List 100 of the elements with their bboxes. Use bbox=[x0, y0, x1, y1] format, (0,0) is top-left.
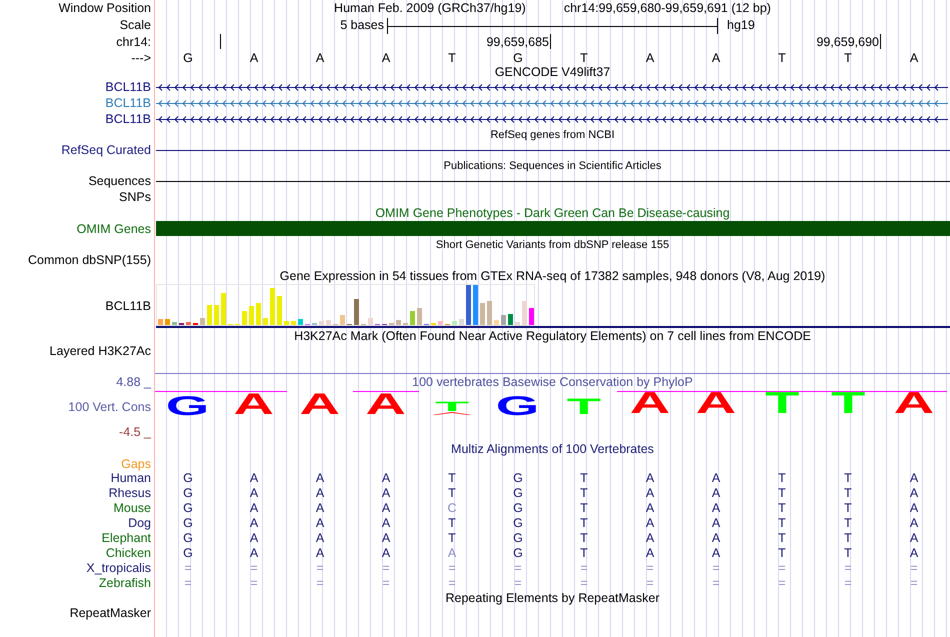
expression-bar[interactable] bbox=[410, 311, 415, 325]
track-title: Gene Expression in 54 tissues from GTEx RNA-seq of 17382 samples, 948 donors (V8, Aug 2019) bbox=[280, 270, 826, 282]
expression-bar[interactable] bbox=[354, 299, 359, 325]
gene-label[interactable]: BCL11B bbox=[105, 300, 151, 312]
track-label[interactable]: Common dbSNP(155) bbox=[28, 254, 151, 267]
species-label[interactable]: Rhesus bbox=[108, 487, 151, 500]
position-range-text: chr14:99,659,680-99,659,691 (12 bp) bbox=[564, 2, 771, 15]
sequence-line[interactable] bbox=[156, 181, 950, 182]
expression-bar[interactable] bbox=[368, 318, 373, 325]
expression-bar[interactable] bbox=[438, 321, 443, 325]
expression-bar[interactable] bbox=[459, 319, 464, 325]
expression-bar[interactable] bbox=[200, 318, 205, 325]
expression-bar[interactable] bbox=[186, 322, 191, 325]
expression-bar[interactable] bbox=[417, 308, 422, 325]
species-label[interactable]: Human bbox=[110, 472, 151, 485]
expression-bar[interactable] bbox=[473, 285, 478, 325]
expression-bar[interactable] bbox=[466, 285, 471, 325]
expression-bar[interactable] bbox=[340, 315, 345, 325]
expression-bar[interactable] bbox=[165, 319, 170, 325]
alignment-symbol: T bbox=[580, 547, 588, 560]
expression-bar[interactable] bbox=[487, 301, 492, 325]
expression-bar[interactable] bbox=[207, 305, 212, 325]
alignment-symbol: A bbox=[646, 532, 654, 545]
base-letter: T bbox=[844, 52, 852, 64]
track-title: RefSeq genes from NCBI bbox=[490, 130, 615, 140]
expression-bar[interactable] bbox=[270, 288, 275, 325]
alignment-symbol: A bbox=[250, 502, 258, 515]
alignment-symbol: = bbox=[184, 562, 192, 575]
track-title: Short Genetic Variants from dbSNP release 155 bbox=[436, 240, 670, 250]
transcript-line[interactable] bbox=[156, 82, 948, 92]
coordinate-label: 99,659,690 bbox=[816, 36, 879, 49]
expression-bar[interactable] bbox=[221, 293, 226, 325]
alignment-symbol: T bbox=[580, 517, 588, 530]
strand-label: ---> bbox=[131, 52, 151, 64]
transcript-line[interactable] bbox=[156, 114, 948, 124]
alignment-symbol: G bbox=[513, 502, 523, 515]
expression-bar[interactable] bbox=[522, 301, 527, 325]
track-label[interactable]: SNPs bbox=[119, 190, 151, 204]
alignment-symbol: = bbox=[250, 562, 258, 575]
species-label[interactable]: Chicken bbox=[106, 547, 151, 560]
alignment-symbol: A bbox=[250, 547, 258, 560]
expression-bar[interactable] bbox=[242, 311, 247, 325]
alignment-symbol: = bbox=[844, 577, 852, 590]
expression-bar[interactable] bbox=[263, 318, 268, 325]
logo-letter: A bbox=[366, 394, 406, 415]
species-label[interactable]: Mouse bbox=[113, 502, 151, 515]
expression-bar[interactable] bbox=[515, 322, 520, 325]
species-label[interactable]: X_tropicalis bbox=[86, 562, 151, 575]
alignment-symbol: = bbox=[646, 577, 654, 590]
expression-bar[interactable] bbox=[494, 320, 499, 325]
gene-line[interactable] bbox=[156, 326, 950, 328]
track-title: GENCODE V49lift37 bbox=[494, 66, 610, 78]
species-label[interactable]: Elephant bbox=[102, 532, 151, 545]
alignment-symbol: A bbox=[382, 472, 390, 485]
track-label[interactable]: RepeatMasker bbox=[70, 607, 151, 620]
gene-label[interactable]: BCL11B bbox=[105, 96, 151, 110]
alignment-symbol: T bbox=[844, 517, 852, 530]
expression-bar[interactable] bbox=[396, 320, 401, 325]
expression-bar[interactable] bbox=[256, 303, 261, 325]
species-label[interactable]: Dog bbox=[128, 517, 151, 530]
expression-bar[interactable] bbox=[319, 321, 324, 325]
alignment-symbol: A bbox=[712, 487, 720, 500]
expression-bar[interactable] bbox=[326, 320, 331, 325]
expression-bar[interactable] bbox=[452, 321, 457, 325]
expression-bar[interactable] bbox=[480, 303, 485, 325]
gene-label[interactable]: BCL11B bbox=[105, 112, 151, 126]
alignment-symbol: A bbox=[382, 502, 390, 515]
alignment-symbol: = bbox=[778, 577, 786, 590]
track-label[interactable]: 100 Vert. Cons bbox=[68, 401, 151, 414]
chromosome-label: chr14: bbox=[116, 36, 151, 49]
expression-bar[interactable] bbox=[508, 314, 513, 325]
track-label[interactable]: RefSeq Curated bbox=[61, 144, 151, 157]
expression-bar[interactable] bbox=[172, 322, 177, 325]
track-label[interactable]: Layered H3K27Ac bbox=[50, 344, 151, 358]
expression-bar[interactable] bbox=[298, 319, 303, 325]
alignment-symbol: A bbox=[382, 487, 390, 500]
alignment-symbol: G bbox=[183, 487, 193, 500]
species-label[interactable]: Zebrafish bbox=[98, 577, 151, 590]
expression-bar[interactable] bbox=[501, 315, 506, 325]
alignment-symbol: = bbox=[514, 577, 522, 590]
expression-bar[interactable] bbox=[158, 319, 163, 325]
expression-bar[interactable] bbox=[277, 296, 282, 325]
omim-gene-bar[interactable] bbox=[156, 221, 950, 236]
alignment-symbol: = bbox=[910, 577, 918, 590]
expression-bar[interactable] bbox=[214, 305, 219, 325]
alignment-symbol: = bbox=[448, 562, 456, 575]
gene-line[interactable] bbox=[156, 150, 950, 151]
alignment-symbol: G bbox=[183, 502, 193, 515]
alignment-symbol: A bbox=[250, 472, 258, 485]
expression-bar[interactable] bbox=[249, 306, 254, 325]
expression-bar[interactable] bbox=[291, 321, 296, 325]
track-label[interactable]: OMIM Genes bbox=[76, 222, 151, 236]
logo-letter: A bbox=[630, 393, 670, 415]
logo-letter: T bbox=[434, 402, 470, 412]
expression-bar[interactable] bbox=[284, 321, 289, 325]
gene-label[interactable]: BCL11B bbox=[105, 80, 151, 94]
base-letter: A bbox=[250, 52, 258, 64]
track-label[interactable]: Sequences bbox=[88, 175, 151, 188]
expression-bar[interactable] bbox=[529, 308, 534, 325]
alignment-symbol: T bbox=[844, 532, 852, 545]
